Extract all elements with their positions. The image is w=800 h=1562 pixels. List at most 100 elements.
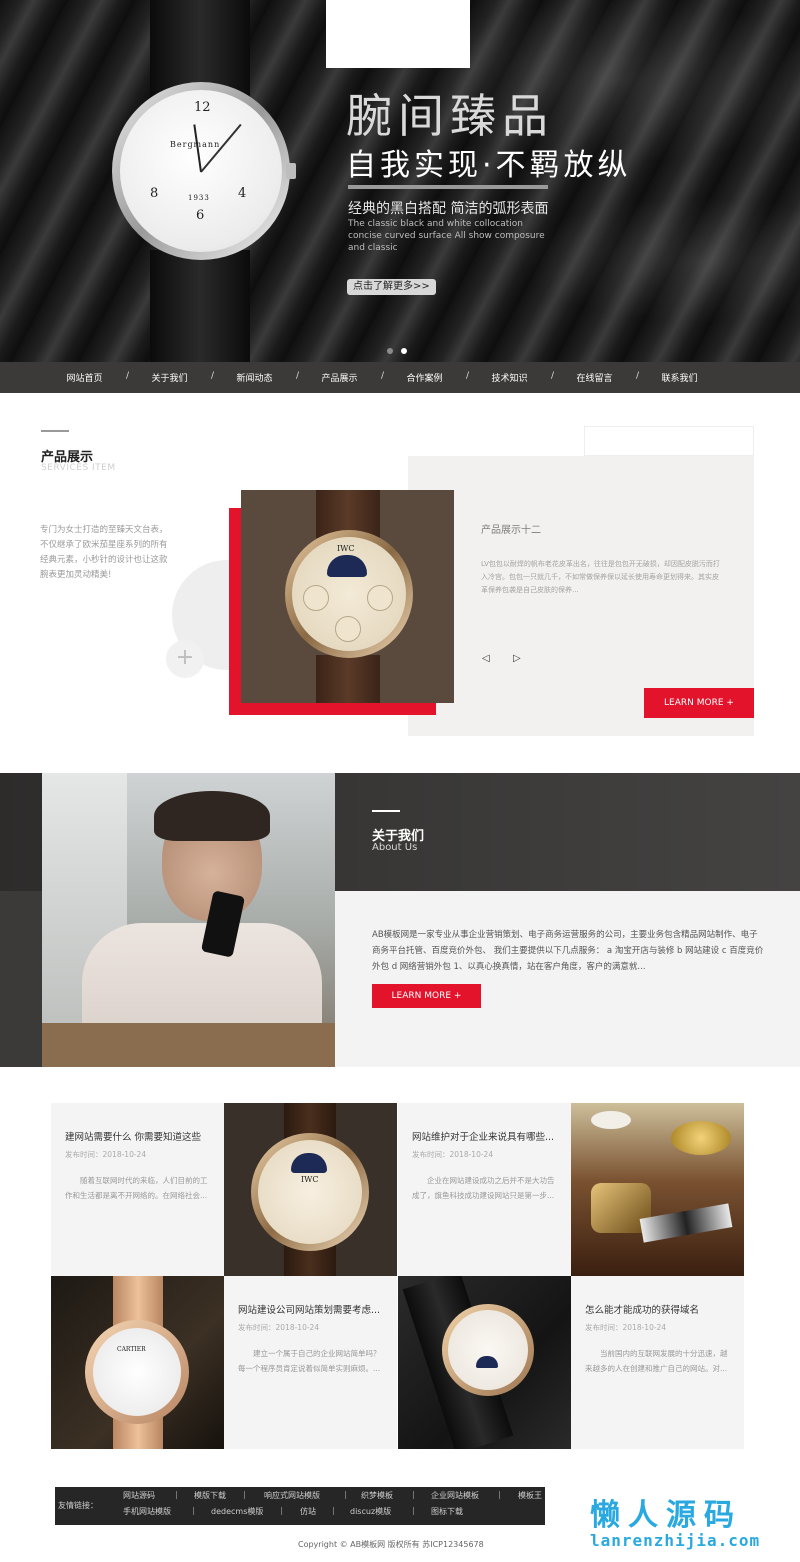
news-card-2[interactable]: 网站维护对于企业来说具有哪些... 发布时间：2018-10-24 企业在网站建…: [398, 1103, 571, 1276]
news-title[interactable]: 网站建设公司网站策划需要考虑...: [238, 1302, 388, 1316]
friend-link[interactable]: 网站源码: [123, 1490, 155, 1501]
hero-banner: Bergmann 12 8 4 6 1933 腕间臻品 自我实现·不羁放纵 经典…: [0, 0, 800, 362]
news-title[interactable]: 怎么能才能成功的获得域名: [585, 1302, 735, 1316]
products-heading-en: SERVICES ITEM: [41, 463, 116, 473]
news-card-3[interactable]: 网站建设公司网站策划需要考虑... 发布时间：2018-10-24 建立一个属于…: [224, 1276, 397, 1449]
hero-description: 经典的黑白搭配 简洁的弧形表面: [348, 201, 549, 217]
nav-item-news[interactable]: 新闻动态 /: [212, 371, 299, 384]
link-separator: |: [498, 1490, 501, 1499]
next-arrow-icon[interactable]: ▷: [513, 653, 521, 664]
link-separator: |: [344, 1490, 347, 1499]
dial-number-4: 4: [238, 186, 247, 201]
lighter: [639, 1203, 733, 1243]
dial-year: 1933: [188, 194, 210, 202]
hero-subtitle: 自我实现·不羁放纵: [346, 148, 632, 183]
plus-icon[interactable]: +: [166, 640, 204, 678]
friend-links-label: 友情链接：: [58, 1501, 98, 1510]
hero-title: 腕间臻品: [346, 89, 554, 143]
hero-divider: [348, 185, 548, 189]
product-image[interactable]: IWC: [241, 490, 454, 703]
link-separator: |: [192, 1506, 195, 1515]
nav-item-cases[interactable]: 合作案例 /: [382, 371, 469, 384]
dial-number-6: 6: [196, 208, 205, 223]
nav-item-tech[interactable]: 技术知识 /: [467, 371, 554, 384]
product-watch-strap-lower: [316, 655, 380, 703]
news-image-iwc[interactable]: IWC: [224, 1103, 397, 1276]
products-intro: 专门为女士打造的至臻天文台表，不仅继承了欧米茄星座系列的所有经典元素，小秒针的设…: [40, 525, 168, 580]
news-date: 发布时间：2018-10-24: [65, 1150, 147, 1159]
slider-dot-2[interactable]: [401, 348, 407, 354]
prev-arrow-icon[interactable]: ◁: [482, 653, 490, 664]
products-heading-line: [41, 430, 69, 432]
news-image-tea-table[interactable]: [571, 1103, 744, 1276]
watch-dial: [448, 1310, 528, 1390]
news-date: 发布时间：2018-10-24: [585, 1323, 667, 1332]
hero-watch-strap-lower: [150, 250, 250, 362]
news-card-4[interactable]: 怎么能才能成功的获得域名 发布时间：2018-10-24 当前国内的互联网发展的…: [571, 1276, 744, 1449]
watch-brand: CARTIER: [117, 1346, 146, 1353]
hero-watch-crown: [286, 163, 296, 179]
news-image-cartier[interactable]: CARTIER: [51, 1276, 224, 1449]
news-card-1[interactable]: 建网站需要什么 你需要知道这些 发布时间：2018-10-24 随着互联网时代的…: [51, 1103, 224, 1276]
nav-item-products[interactable]: 产品展示 /: [297, 371, 384, 384]
friend-link[interactable]: 模板王: [518, 1490, 542, 1501]
watermark-url: lanrenzhijia.com: [590, 1531, 761, 1550]
friend-link[interactable]: 仿站: [300, 1506, 316, 1517]
watch-dial: [93, 1328, 181, 1416]
photo-table: [42, 1023, 335, 1067]
news-title[interactable]: 建网站需要什么 你需要知道这些: [65, 1129, 215, 1143]
news-image-moonphase-watch[interactable]: [398, 1276, 571, 1449]
link-separator: |: [175, 1490, 178, 1499]
watch-brand: IWC: [301, 1175, 319, 1184]
slider-dot-1[interactable]: [387, 348, 393, 354]
nav-item-contact[interactable]: 联系我们: [637, 371, 722, 384]
news-title[interactable]: 网站维护对于企业来说具有哪些...: [412, 1129, 562, 1143]
dial-number-12: 12: [194, 100, 211, 115]
tea-cup: [591, 1111, 631, 1129]
friend-link[interactable]: 手机网站模版: [123, 1506, 171, 1517]
news-description: 当前国内的互联网发展的十分迅速，越来越多的人在创建和推广自己的网站。对...: [585, 1349, 728, 1373]
main-nav: 网站首页 / 关于我们 / 新闻动态 / 产品展示 / 合作案例 / 技术知识 / 在线留言…: [0, 362, 800, 393]
moon-phase-icon: [476, 1356, 498, 1368]
site-logo[interactable]: [326, 0, 470, 68]
link-separator: |: [243, 1490, 246, 1499]
subdial-bottom: [335, 616, 361, 642]
about-text: AB模板网是一家专业从事企业营销策划、电子商务运营服务的公司，主要业务包含精品网…: [372, 930, 764, 972]
friend-link[interactable]: discuz模版: [350, 1506, 391, 1517]
product-description: LV包包以耐焊的帆布老花皮革出名，往往是包包开无破损，却因配皮脱污而打入冷宫。包…: [481, 560, 720, 594]
subdial-left: [303, 585, 329, 611]
link-separator: |: [332, 1506, 335, 1515]
about-heading-line: [372, 810, 400, 812]
product-panel-tab: [584, 426, 754, 456]
news-description: 建立一个属于自己的企业网站简单吗？ 每一个程序员肯定说着似简单实则麻烦。...: [238, 1349, 381, 1373]
about-learn-more-button[interactable]: LEARN MORE +: [372, 984, 481, 1008]
friend-link[interactable]: 图标下载: [431, 1506, 463, 1517]
nav-item-about[interactable]: 关于我们 /: [127, 371, 214, 384]
product-learn-more-button[interactable]: LEARN MORE +: [644, 688, 754, 718]
friend-link[interactable]: 响应式网站模版: [264, 1490, 320, 1501]
about-content-panel: [335, 891, 800, 1067]
about-heading-en: About Us: [372, 842, 418, 853]
about-photo: [42, 773, 335, 1067]
link-separator: |: [280, 1506, 283, 1515]
link-separator: |: [412, 1506, 415, 1515]
product-title[interactable]: 产品展示十二: [481, 521, 541, 536]
nav-item-message[interactable]: 在线留言 /: [552, 371, 639, 384]
subdial-right: [367, 585, 393, 611]
friend-link[interactable]: 模版下载: [194, 1490, 226, 1501]
link-separator: |: [412, 1490, 415, 1499]
friend-links-bar: 友情链接： 网站源码 | 模版下载 | 响应式网站模版 | 织梦模板 | 企业网…: [55, 1487, 545, 1525]
friend-link[interactable]: dedecms模版: [211, 1506, 263, 1517]
news-description: 随着互联网时代的来临，人们目前的工作和生活都是离不开网络的。在网络社会...: [65, 1176, 208, 1200]
dial-number-8: 8: [150, 186, 159, 201]
friend-link[interactable]: 织梦模板: [361, 1490, 393, 1501]
news-date: 发布时间：2018-10-24: [412, 1150, 494, 1159]
friend-link[interactable]: 企业网站模板: [431, 1490, 479, 1501]
news-description: 企业在网站建设成功之后并不是大功告成了，旗鱼科技成功建设网站只是第一步...: [412, 1176, 555, 1200]
nav-item-home[interactable]: 网站首页 /: [42, 371, 129, 384]
photo-person-hair: [154, 791, 270, 841]
watermark-brand: 懒人源码: [590, 1498, 742, 1533]
hero-description-en: The classic black and white collocation …: [348, 219, 545, 253]
product-watch-brand: IWC: [337, 544, 355, 553]
hero-more-button[interactable]: 点击了解更多>>: [347, 279, 436, 295]
